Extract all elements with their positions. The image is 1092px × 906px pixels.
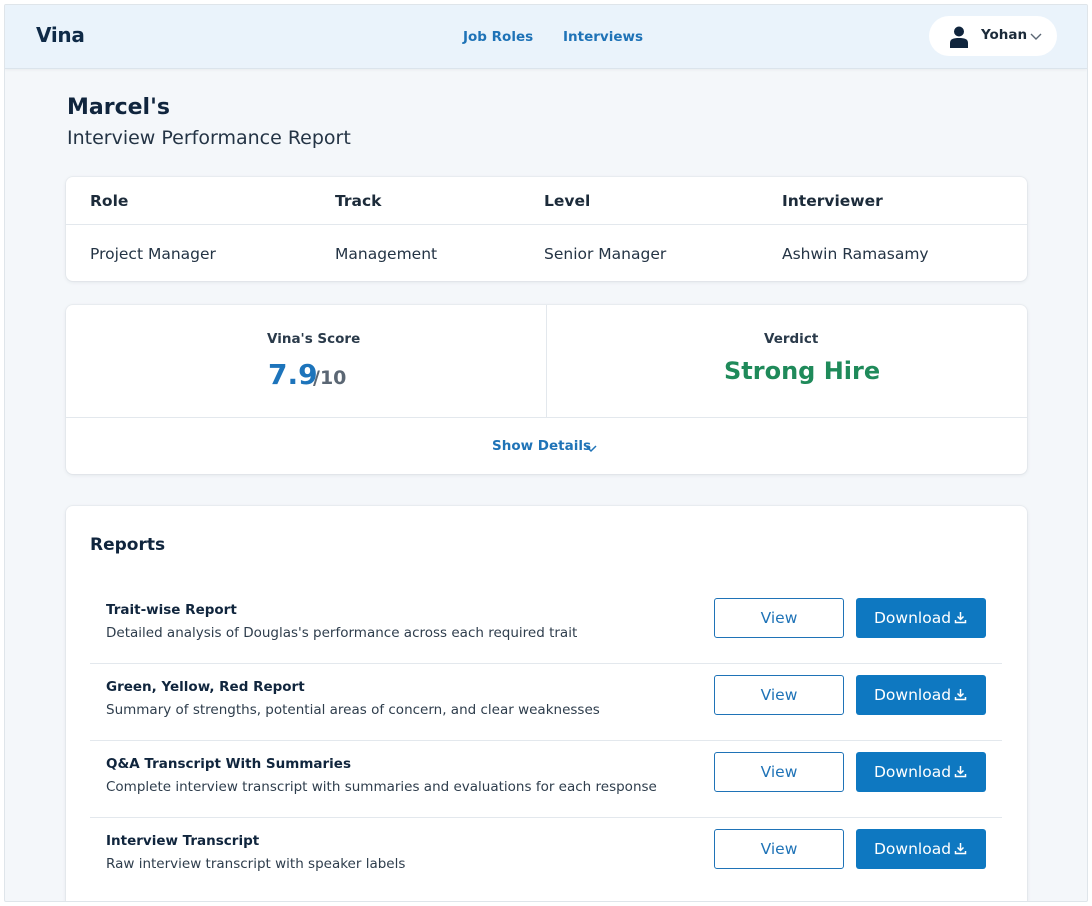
header-level: Level xyxy=(544,192,591,210)
user-name: Yohan xyxy=(981,27,1028,43)
top-navbar: Vina Job Roles Interviews Yohan xyxy=(5,5,1087,69)
report-row-trait-wise: Trait-wise Report Detailed analysis of D… xyxy=(90,587,1002,664)
report-description: Raw interview transcript with speaker la… xyxy=(106,856,406,872)
report-description: Detailed analysis of Douglas's performan… xyxy=(106,625,578,641)
download-button[interactable]: Download xyxy=(856,829,986,869)
download-label: Download xyxy=(874,840,952,858)
page-title: Marcel's xyxy=(67,95,170,120)
value-role: Project Manager xyxy=(90,245,216,263)
divider xyxy=(66,417,1027,418)
verdict-value: Strong Hire xyxy=(724,357,881,385)
download-label: Download xyxy=(874,686,952,704)
report-description: Summary of strengths, potential areas of… xyxy=(106,702,600,718)
view-button[interactable]: View xyxy=(714,675,844,715)
download-button[interactable]: Download xyxy=(856,675,986,715)
header-role: Role xyxy=(90,192,129,210)
download-label: Download xyxy=(874,609,952,627)
value-interviewer: Ashwin Ramasamy xyxy=(782,245,929,263)
report-name: Q&A Transcript With Summaries xyxy=(106,756,351,772)
report-description: Complete interview transcript with summa… xyxy=(106,779,657,795)
page-subtitle: Interview Performance Report xyxy=(67,127,351,149)
score-value: 7.9 xyxy=(268,358,318,391)
app-logo[interactable]: Vina xyxy=(36,23,85,47)
report-row-interview-transcript: Interview Transcript Raw interview trans… xyxy=(90,818,1002,895)
chevron-down-icon[interactable] xyxy=(584,441,598,455)
report-name: Green, Yellow, Red Report xyxy=(106,679,305,695)
download-icon xyxy=(954,843,967,855)
download-icon xyxy=(954,689,967,701)
score-card: Vina's Score 7.9 /10 Verdict Strong Hire… xyxy=(66,305,1027,474)
report-name: Trait-wise Report xyxy=(106,602,237,618)
reports-card: Reports Trait-wise Report Detailed analy… xyxy=(66,506,1027,901)
reports-title: Reports xyxy=(90,535,166,555)
nav-link-job-roles[interactable]: Job Roles xyxy=(463,29,533,45)
download-label: Download xyxy=(874,763,952,781)
report-row-gyr: Green, Yellow, Red Report Summary of str… xyxy=(90,664,1002,741)
user-icon xyxy=(950,26,968,48)
show-details-button[interactable]: Show Details xyxy=(492,438,591,454)
view-button[interactable]: View xyxy=(714,829,844,869)
nav-link-interviews[interactable]: Interviews xyxy=(563,29,643,45)
download-icon xyxy=(954,766,967,778)
download-button[interactable]: Download xyxy=(856,598,986,638)
value-track: Management xyxy=(335,245,438,263)
view-button[interactable]: View xyxy=(714,752,844,792)
download-button[interactable]: Download xyxy=(856,752,986,792)
score-label: Vina's Score xyxy=(267,331,361,347)
header-interviewer: Interviewer xyxy=(782,192,883,210)
divider xyxy=(546,305,547,417)
download-icon xyxy=(954,612,967,624)
report-row-qa-transcript: Q&A Transcript With Summaries Complete i… xyxy=(90,741,1002,818)
app-window: Vina Job Roles Interviews Yohan Marcel's… xyxy=(4,4,1088,902)
interview-info-card: Role Track Level Interviewer Project Man… xyxy=(66,177,1027,281)
value-level: Senior Manager xyxy=(544,245,667,263)
view-button[interactable]: View xyxy=(714,598,844,638)
user-menu-button[interactable]: Yohan xyxy=(929,16,1057,56)
report-name: Interview Transcript xyxy=(106,833,260,849)
header-track: Track xyxy=(335,192,382,210)
verdict-label: Verdict xyxy=(764,331,819,347)
chevron-down-icon xyxy=(1030,33,1042,40)
score-max: /10 xyxy=(313,367,347,389)
